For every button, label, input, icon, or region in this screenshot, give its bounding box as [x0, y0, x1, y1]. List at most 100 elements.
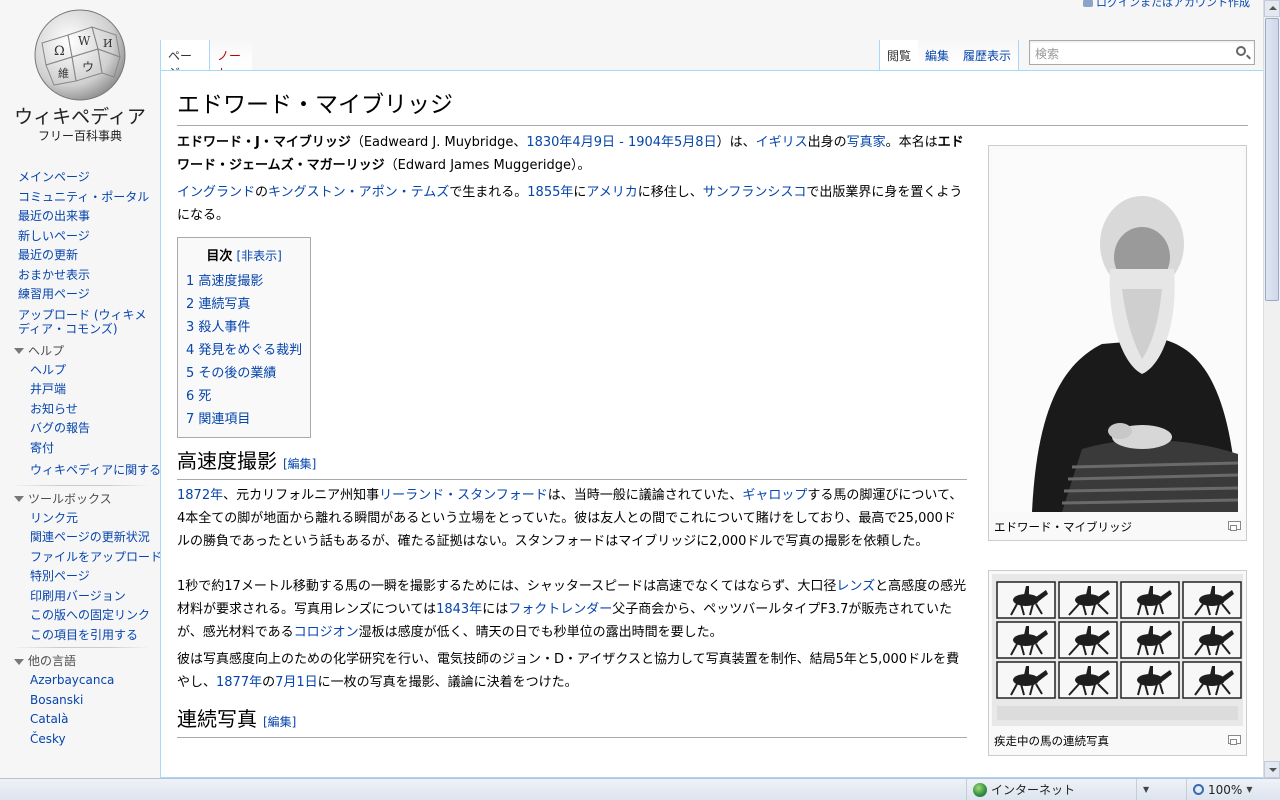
sidebar-item-upload-commons[interactable]: アップロード (ウィキメディア・コモンズ): [18, 308, 147, 336]
intro-text: の: [255, 185, 269, 200]
horse-frame: [1058, 661, 1118, 699]
horse-sequence-caption: 疾走中の馬の連続写真: [992, 729, 1243, 749]
zoom-dropdown-icon[interactable]: ▼: [1246, 785, 1252, 794]
link-voigtlander[interactable]: フォクトレンダー: [508, 602, 612, 617]
login-label[interactable]: ログインまたはアカウント作成: [1096, 0, 1250, 10]
link-america[interactable]: アメリカ: [586, 185, 637, 200]
link-leland-stanford[interactable]: リーランド・スタンフォード: [379, 488, 548, 503]
sidebar-lang-catalan[interactable]: Català: [30, 712, 68, 726]
sidebar-item-current-events[interactable]: 最近の出来事: [18, 209, 90, 223]
sidebar-item-printable[interactable]: 印刷用バージョン: [30, 589, 126, 603]
sidebar-item-recent-changes[interactable]: 最近の更新: [18, 248, 78, 262]
search-icon[interactable]: [1236, 46, 1246, 56]
user-icon: [1083, 0, 1093, 7]
horse-frame: [996, 661, 1056, 699]
link-kingston[interactable]: キングストン・アポン・テムズ: [268, 185, 449, 200]
link-1855[interactable]: 1855年: [527, 185, 573, 200]
link-birth-date[interactable]: 1830年4月9日: [526, 135, 615, 150]
horse-frame: [1058, 621, 1118, 659]
sidebar-item-main-page[interactable]: メインページ: [18, 170, 90, 184]
sidebar-lang-azerbaijani[interactable]: Azərbaycanca: [30, 673, 114, 687]
sidebar-item-sandbox[interactable]: 練習用ページ: [18, 287, 90, 301]
portal-heading-toolbox[interactable]: ツールボックス: [0, 490, 160, 509]
link-1872[interactable]: 1872年: [177, 488, 223, 503]
sidebar-item-random-page[interactable]: おまかせ表示: [18, 268, 90, 282]
link-england-region[interactable]: イングランド: [177, 185, 255, 200]
portrait-image[interactable]: [992, 149, 1243, 512]
sidebar-item-donate[interactable]: 寄付: [30, 441, 54, 455]
toc-item[interactable]: 4 発見をめぐる裁判: [186, 343, 302, 358]
section-paragraph: 1秒で約17メートル移動する馬の一瞬を撮影するためには、シャッタースピードは高速…: [177, 575, 967, 644]
intro-text: （Eadweard J. Muybridge、: [350, 135, 527, 150]
tab-history[interactable]: 履歴表示: [956, 40, 1020, 70]
link-dash[interactable]: -: [615, 135, 628, 150]
scroll-down-arrow-icon[interactable]: [1264, 761, 1280, 778]
section-edit-link[interactable]: [編集]: [283, 457, 316, 471]
sidebar-item-help[interactable]: ヘルプ: [30, 363, 66, 377]
horse-sequence-caption-text: 疾走中の馬の連続写真: [994, 734, 1109, 748]
scrollbar-thumb[interactable]: [1265, 18, 1279, 301]
link-gallop[interactable]: ギャロップ: [742, 488, 807, 503]
search-input[interactable]: 検索: [1029, 40, 1255, 65]
sidebar-lang-bosnian[interactable]: Bosanski: [30, 693, 83, 707]
enlarge-icon[interactable]: [1228, 521, 1241, 531]
logo-tagline: フリー百科事典: [37, 129, 122, 143]
zoom-control[interactable]: 100% ▼: [1186, 779, 1266, 800]
horse-frame: [1182, 621, 1242, 659]
sidebar-item-new-pages[interactable]: 新しいページ: [18, 229, 90, 243]
tab-page[interactable]: ページ: [160, 40, 210, 80]
svg-text:И: И: [103, 37, 113, 50]
sidebar-item-bug-report[interactable]: バグの報告: [30, 421, 90, 435]
toc-hide-toggle[interactable]: [非表示]: [236, 249, 281, 263]
article-body: エドワード・J・マイブリッジ（Eadweard J. Muybridge、183…: [177, 131, 967, 742]
link-lens[interactable]: レンズ: [836, 579, 875, 594]
tab-edit[interactable]: 編集: [918, 40, 957, 70]
portal-divider: [10, 484, 150, 486]
portrait-caption: エドワード・マイブリッジ: [992, 515, 1243, 535]
sidebar-item-cite[interactable]: この項目を引用する: [30, 628, 138, 642]
tab-talk[interactable]: ノート: [210, 40, 252, 80]
tab-read[interactable]: 閲覧: [879, 40, 919, 71]
enlarge-icon[interactable]: [1228, 735, 1241, 745]
intro-text: （Edward James Muggeridge）。: [384, 158, 591, 173]
portal-heading-languages[interactable]: 他の言語: [0, 652, 160, 671]
sidebar-item-what-links-here[interactable]: リンク元: [30, 511, 78, 525]
portal-heading-help[interactable]: ヘルプ: [0, 342, 160, 361]
horse-plate-caption-strip: [997, 706, 1238, 720]
sidebar-item-related-changes[interactable]: 関連ページの更新状況: [30, 530, 150, 544]
sidebar-item-community-portal[interactable]: コミュニティ・ポータル: [18, 190, 149, 204]
portrait-caption-text: エドワード・マイブリッジ: [994, 520, 1132, 534]
toc-item[interactable]: 1 高速度撮影: [186, 274, 263, 289]
link-1843[interactable]: 1843年: [436, 602, 482, 617]
sidebar-item-announcements[interactable]: お知らせ: [30, 402, 78, 416]
sidebar-item-special-pages[interactable]: 特別ページ: [30, 569, 90, 583]
toc-item[interactable]: 6 死: [186, 389, 211, 404]
browser-status-bar: インターネット ▼ 100% ▼: [0, 778, 1280, 800]
link-july-1[interactable]: 7月1日: [275, 675, 318, 690]
section-edit-link[interactable]: [編集]: [263, 715, 296, 729]
link-1877[interactable]: 1877年: [216, 675, 262, 690]
search-placeholder: 検索: [1035, 47, 1060, 61]
link-collodion[interactable]: コロジオン: [294, 625, 359, 640]
link-death-date[interactable]: 1904年5月8日: [628, 135, 717, 150]
portal-heading-help-label: ヘルプ: [28, 343, 65, 358]
link-england[interactable]: イギリス: [756, 135, 808, 150]
toc-item[interactable]: 7 関連項目: [186, 412, 250, 427]
login-link[interactable]: ログインまたはアカウント作成: [1083, 0, 1250, 10]
toc-item[interactable]: 2 連続写真: [186, 297, 250, 312]
sidebar-item-permanent-link[interactable]: この版への固定リンク: [30, 608, 150, 622]
sidebar-lang-czech[interactable]: Česky: [30, 732, 66, 746]
protected-mode-cell[interactable]: ▼: [1136, 779, 1186, 800]
sidebar-item-village-pump[interactable]: 井戸端: [30, 382, 66, 396]
site-logo[interactable]: Ω W И ウ 維 ウィキペディア フリー百科事典: [0, 0, 160, 150]
toc-item[interactable]: 3 殺人事件: [186, 320, 250, 335]
collapse-triangle-icon: [14, 496, 24, 502]
link-photographer[interactable]: 写真家: [847, 135, 886, 150]
scroll-up-arrow-icon[interactable]: [1264, 0, 1280, 17]
vertical-scrollbar[interactable]: [1263, 0, 1280, 778]
portrait-thumbnail: エドワード・マイブリッジ: [988, 145, 1247, 541]
sidebar-item-upload-file[interactable]: ファイルをアップロード: [30, 550, 162, 564]
toc-item[interactable]: 5 その後の業績: [186, 366, 276, 381]
horse-sequence-image[interactable]: [992, 574, 1243, 726]
link-san-francisco[interactable]: サンフランシスコ: [703, 185, 807, 200]
